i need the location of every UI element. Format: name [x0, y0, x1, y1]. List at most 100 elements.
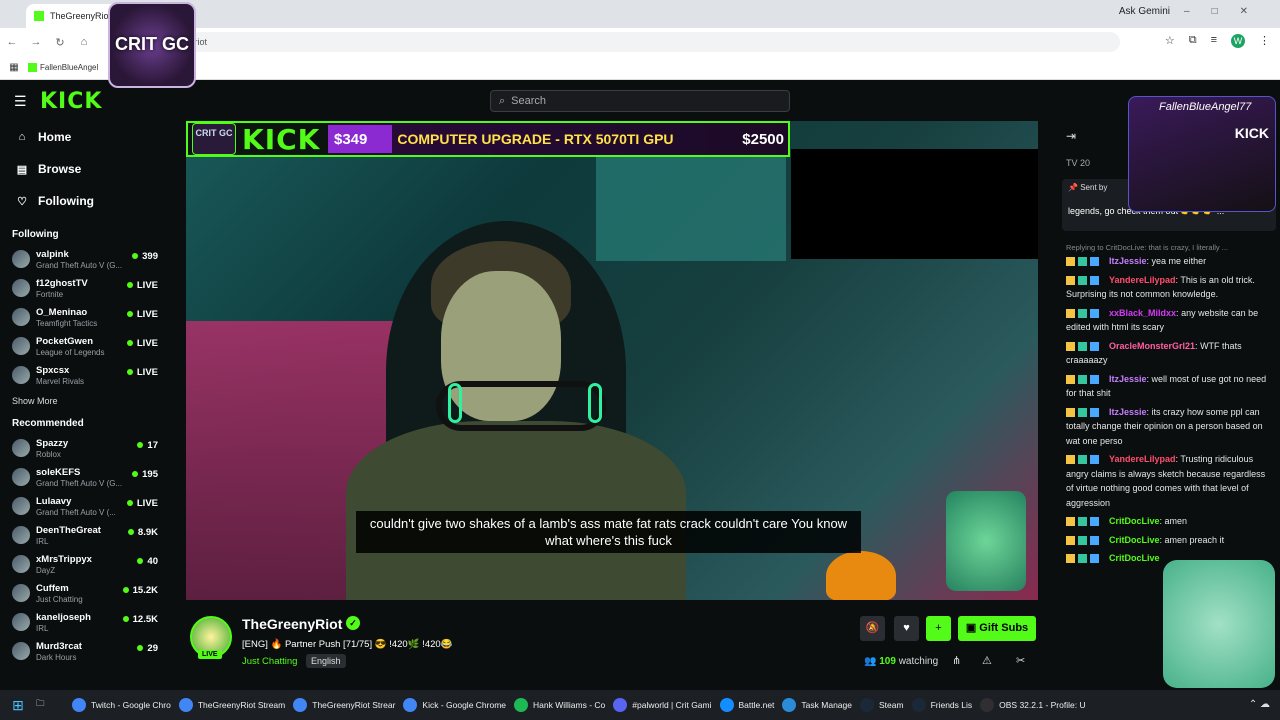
channel-avatar	[12, 526, 30, 544]
extensions-icon[interactable]: ⧉	[1189, 34, 1197, 48]
system-tray[interactable]: ⌃ ☁	[1249, 699, 1270, 710]
ask-gemini-button[interactable]: Ask Gemini	[1119, 6, 1170, 17]
taskbar-app[interactable]: TheGreenyRiot Stream	[178, 698, 286, 712]
chat-username[interactable]: ItzJessie	[1109, 407, 1147, 417]
taskbar-app[interactable]: Hank Williams - Co	[514, 698, 605, 712]
nav-following[interactable]: ♡ Following	[0, 185, 170, 217]
nav-home[interactable]: ⌂ Home	[0, 121, 170, 153]
channel-item[interactable]: Cuffem Just Chatting 15.2K	[0, 580, 170, 609]
chat-username[interactable]: CritDocLive	[1109, 553, 1160, 563]
channel-item[interactable]: Lulaavy Grand Theft Auto V (... LIVE	[0, 493, 170, 522]
chat-username[interactable]: OracleMonsterGrl21	[1109, 341, 1195, 351]
show-more-link[interactable]: Show More	[0, 396, 170, 406]
taskbar-app-label: Steam	[878, 700, 904, 710]
channel-item[interactable]: soleKEFS Grand Theft Auto V (G... 195	[0, 464, 170, 493]
banner-crit-logo: CRIT GC	[192, 123, 236, 155]
chat-username[interactable]: ItzJessie	[1109, 374, 1147, 384]
following-list: valpink Grand Theft Auto V (G... 399 f12gho…	[0, 246, 170, 391]
back-icon[interactable]: ←	[0, 36, 24, 48]
clip-icon[interactable]: ✂	[1016, 654, 1025, 667]
channel-item[interactable]: xMrsTrippyx DayZ 40	[0, 551, 170, 580]
chat-message[interactable]: YandereLilypad: Trusting ridiculous angr…	[1066, 452, 1272, 510]
overlay-username: FallenBlueAngel77	[1159, 101, 1252, 113]
language-tag[interactable]: English	[306, 654, 346, 668]
channel-item[interactable]: DeenTheGreat IRL 8.9K	[0, 522, 170, 551]
taskbar-app[interactable]: #palworld | Crit Gami	[613, 698, 712, 712]
bookmark-star-icon[interactable]: ☆	[1165, 34, 1175, 48]
channel-item[interactable]: PocketGwen League of Legends LIVE	[0, 333, 170, 362]
taskbar-app[interactable]: TheGreenyRiot Strear	[293, 698, 395, 712]
taskbar-app[interactable]: OBS 32.2.1 - Profile: U	[980, 698, 1086, 712]
search-input[interactable]: ⌕ Search	[490, 90, 790, 112]
windows-start-icon[interactable]: ⊞	[0, 697, 36, 714]
chat-message[interactable]: ItzJessie: yea me either	[1066, 254, 1272, 269]
report-icon[interactable]: ⚠	[982, 654, 992, 667]
profile-avatar[interactable]: W	[1231, 34, 1245, 48]
menu-kebab-icon[interactable]: ⋮	[1259, 34, 1270, 48]
chat-message[interactable]: YandereLilypad: This is an old trick. Su…	[1066, 273, 1272, 302]
kick-logo[interactable]: KICK	[40, 89, 102, 114]
chat-message[interactable]: ItzJessie: well most of use got no need …	[1066, 372, 1272, 401]
taskbar-app[interactable]: Friends Lis	[911, 698, 972, 712]
chat-username[interactable]: xxBlack_Mildxx	[1109, 308, 1176, 318]
taskbar-app-label: #palworld | Crit Gami	[632, 700, 712, 710]
taskbar-app[interactable]: Task Manage	[782, 698, 852, 712]
reload-icon[interactable]: ↻	[48, 36, 72, 49]
forward-icon[interactable]: →	[24, 36, 48, 48]
taskbar-app-label: Battle.net	[738, 700, 775, 710]
channel-game: Marvel Rivals	[36, 377, 85, 386]
channel-item[interactable]: valpink Grand Theft Auto V (G... 399	[0, 246, 170, 275]
channel-item[interactable]: O_Meninao Teamfight Tactics LIVE	[0, 304, 170, 333]
taskbar-app[interactable]: Battle.net	[719, 698, 775, 712]
home-browser-icon[interactable]: ⌂	[72, 36, 96, 48]
chat-username[interactable]: YandereLilypad	[1109, 275, 1176, 285]
channel-item[interactable]: kaneljoseph IRL 12.5K	[0, 609, 170, 638]
taskbar-app[interactable]: Kick - Google Chrome	[403, 698, 506, 712]
apps-grid-icon[interactable]: ▦	[0, 62, 28, 73]
window-controls[interactable]: –□✕	[1184, 6, 1270, 17]
channel-game: Just Chatting	[36, 595, 83, 604]
channel-game: Roblox	[36, 450, 61, 459]
channel-item[interactable]: f12ghostTV Fortnite LIVE	[0, 275, 170, 304]
chat-message[interactable]: CritDocLive: amen	[1066, 514, 1272, 529]
channel-item[interactable]: Murd3rcat Dark Hours 29	[0, 638, 170, 667]
video-player[interactable]: CRIT GC KICK $349 COMPUTER UPGRADE - RTX…	[186, 121, 1038, 600]
app-icon	[859, 698, 874, 712]
file-explorer-icon[interactable]: 🗀	[36, 698, 58, 712]
channel-item[interactable]: Spazzy Roblox 17	[0, 435, 170, 464]
chat-username[interactable]: CritDocLive	[1109, 535, 1160, 545]
collapse-chat-icon[interactable]: ⇥	[1066, 129, 1076, 143]
nav-browse[interactable]: ▤ Browse	[0, 153, 170, 185]
chat-message[interactable]: OracleMonsterGrl21: WTF thats craaaaazy	[1066, 339, 1272, 368]
app-icon	[293, 698, 308, 712]
gift-subs-button[interactable]: ▣ Gift Subs	[958, 616, 1036, 641]
channel-game: Grand Theft Auto V (...	[36, 508, 116, 517]
notifications-off-button[interactable]: 🔕	[860, 616, 885, 641]
chat-message[interactable]: CritDocLive: amen preach it	[1066, 533, 1272, 548]
orange-kettle	[826, 551, 896, 600]
add-button[interactable]: +	[926, 616, 951, 641]
chat-username[interactable]: CritDocLive	[1109, 516, 1160, 526]
chat-username[interactable]: ItzJessie	[1109, 256, 1147, 266]
hamburger-menu-icon[interactable]: ☰	[14, 93, 27, 110]
chat-message[interactable]: xxBlack_Mildxx: any website can be edite…	[1066, 306, 1272, 335]
media-icon[interactable]: ≡	[1211, 34, 1217, 48]
chat-badges-icon	[1066, 341, 1106, 351]
taskbar-app[interactable]: Steam	[859, 698, 904, 712]
stream-category[interactable]: Just Chatting	[242, 656, 297, 667]
streamer-name[interactable]: TheGreenyRiot	[242, 616, 342, 632]
kick-favicon-icon	[34, 11, 44, 21]
taskbar-app[interactable]: Twitch - Google Chro	[72, 698, 171, 712]
chat-header-tv: TV 20	[1066, 158, 1091, 168]
share-icon[interactable]: ⋔	[952, 654, 961, 667]
chat-message[interactable]: ItzJessie: its crazy how some ppl can to…	[1066, 405, 1272, 449]
viewer-count-label: watching	[898, 656, 939, 667]
url-bar[interactable]: yriot	[110, 32, 1120, 52]
follow-heart-button[interactable]: ♥	[894, 616, 919, 641]
windows-taskbar: ⊞ 🗀 Twitch - Google Chro TheGreenyRiot St…	[0, 690, 1280, 720]
channel-avatar	[12, 613, 30, 631]
channel-item[interactable]: Spxcsx Marvel Rivals LIVE	[0, 362, 170, 391]
bookmark-item[interactable]: FallenBlueAngel	[28, 63, 98, 72]
chat-username[interactable]: YandereLilypad	[1109, 454, 1176, 464]
taskbar-app-label: TheGreenyRiot Stream	[197, 700, 286, 710]
